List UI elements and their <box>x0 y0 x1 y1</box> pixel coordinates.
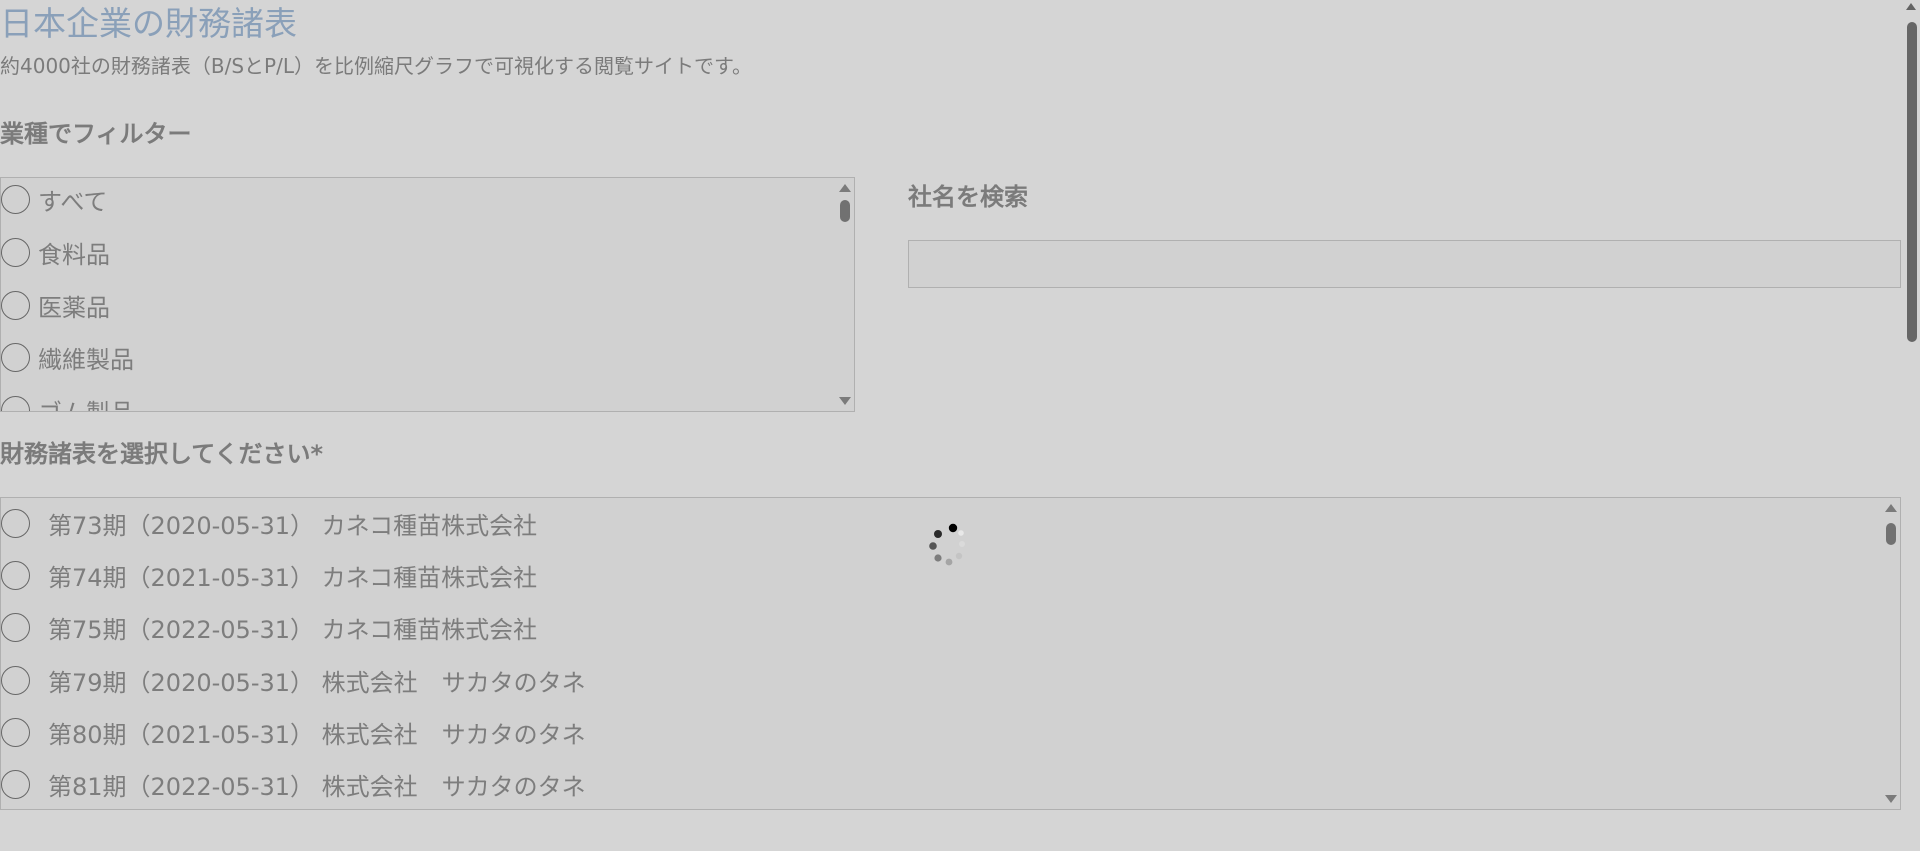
spinner-dot <box>948 523 958 533</box>
spinner-dot <box>955 552 963 560</box>
loading-overlay <box>0 0 1920 851</box>
spinner-dot <box>958 530 964 536</box>
spinner-dot <box>945 558 953 566</box>
spinner-dot <box>959 541 965 547</box>
page: 日本企業の財務諸表 約4000社の財務諸表（B/SとP/L）を比例縮尺グラフで可… <box>0 0 1920 851</box>
spinner-dots <box>929 523 965 566</box>
loading-spinner-icon <box>929 523 965 566</box>
spinner-dot <box>934 530 942 538</box>
spinner-dot <box>929 542 937 550</box>
spinner-dot <box>934 554 942 562</box>
